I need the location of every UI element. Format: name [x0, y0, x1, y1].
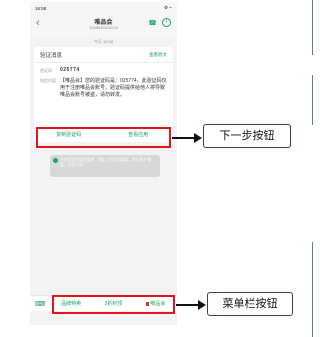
phone-screen: 16:58 ⚙ ⌁ ‹ 唯品会 1069043312010 ☎ i 今天 16:… — [30, 2, 177, 325]
message-time: 今天 16:58 — [93, 39, 114, 44]
menu-bar-callout: 菜单栏按钮 — [207, 292, 293, 316]
status-bar: 16:58 ⚙ ⌁ — [30, 2, 177, 14]
verification-code: 025774 — [60, 67, 80, 73]
menu-bar-highlight — [52, 295, 175, 314]
notice-text: 开启验证码安全保护，防止三方应用读取，防止账户被盗，立即开启 — [60, 158, 152, 167]
phone-icon[interactable]: ☎ — [148, 19, 157, 27]
code-key: 验证码 — [40, 67, 52, 73]
edge-rule-mid — [312, 75, 313, 125]
status-icons: ⚙ ⌁ — [164, 5, 172, 10]
content-key: 短信内容 — [40, 78, 56, 83]
next-step-arrowhead — [194, 133, 202, 143]
message-content: 【唯品会】您的验证码是：025774，此验证码仅用于注册唯品会账号。验证码提供给… — [60, 78, 167, 98]
edge-rule-top — [312, 0, 313, 55]
shield-icon — [53, 158, 58, 163]
edge-rule-bottom — [312, 242, 313, 337]
next-step-highlight — [36, 127, 171, 148]
menu-bar-arrowhead — [198, 300, 206, 310]
security-notice[interactable]: 开启验证码安全保护，防止三方应用读取，防止账户被盗，立即开启 — [50, 155, 160, 177]
keyboard-icon[interactable]: ⌨ — [30, 300, 50, 308]
card-title: 验证消息 — [40, 52, 63, 59]
next-step-arrow — [172, 137, 196, 139]
menu-bar-arrow — [176, 304, 200, 306]
info-icon[interactable]: i — [162, 18, 171, 27]
next-step-callout: 下一步按钮 — [203, 124, 291, 148]
status-time: 16:58 — [35, 5, 47, 11]
view-original-link[interactable]: 查看原文 — [149, 52, 167, 58]
app-bar: ‹ 唯品会 1069043312010 ☎ i — [30, 14, 177, 37]
